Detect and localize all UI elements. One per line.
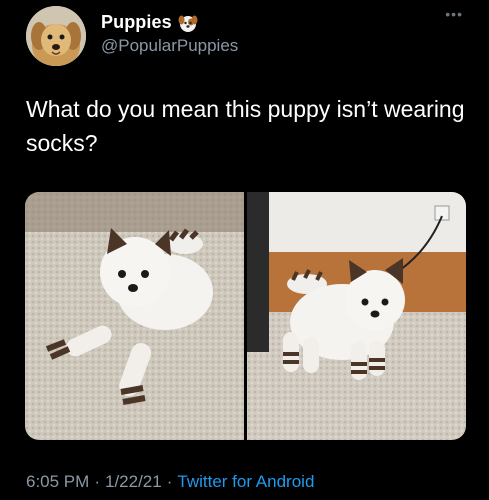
author-display-name[interactable]: Puppies — [101, 12, 172, 33]
author-avatar[interactable] — [26, 6, 86, 66]
footer-separator: · — [94, 472, 100, 491]
footer-separator: · — [166, 472, 173, 491]
tweet-source-link[interactable]: Twitter for Android — [177, 472, 314, 492]
author-name-row[interactable]: Puppies — [101, 12, 198, 33]
puppy-emoji-icon — [178, 15, 198, 32]
puppy-avatar-icon — [26, 6, 86, 66]
tweet-text: What do you mean this puppy isn’t wearin… — [26, 96, 465, 156]
more-options-icon[interactable]: ••• — [445, 6, 463, 22]
tweet-date[interactable]: 1/22/21 — [105, 472, 162, 492]
tweet-media[interactable] — [25, 192, 466, 440]
tweet-footer: 6:05 PM · 1/22/21 · Twitter for Android — [26, 472, 314, 492]
puppy-photo-standing[interactable] — [247, 192, 466, 440]
author-handle[interactable]: @PopularPuppies — [101, 36, 238, 56]
puppy-photo-lying[interactable] — [25, 192, 244, 440]
tweet-time[interactable]: 6:05 PM — [26, 472, 89, 492]
